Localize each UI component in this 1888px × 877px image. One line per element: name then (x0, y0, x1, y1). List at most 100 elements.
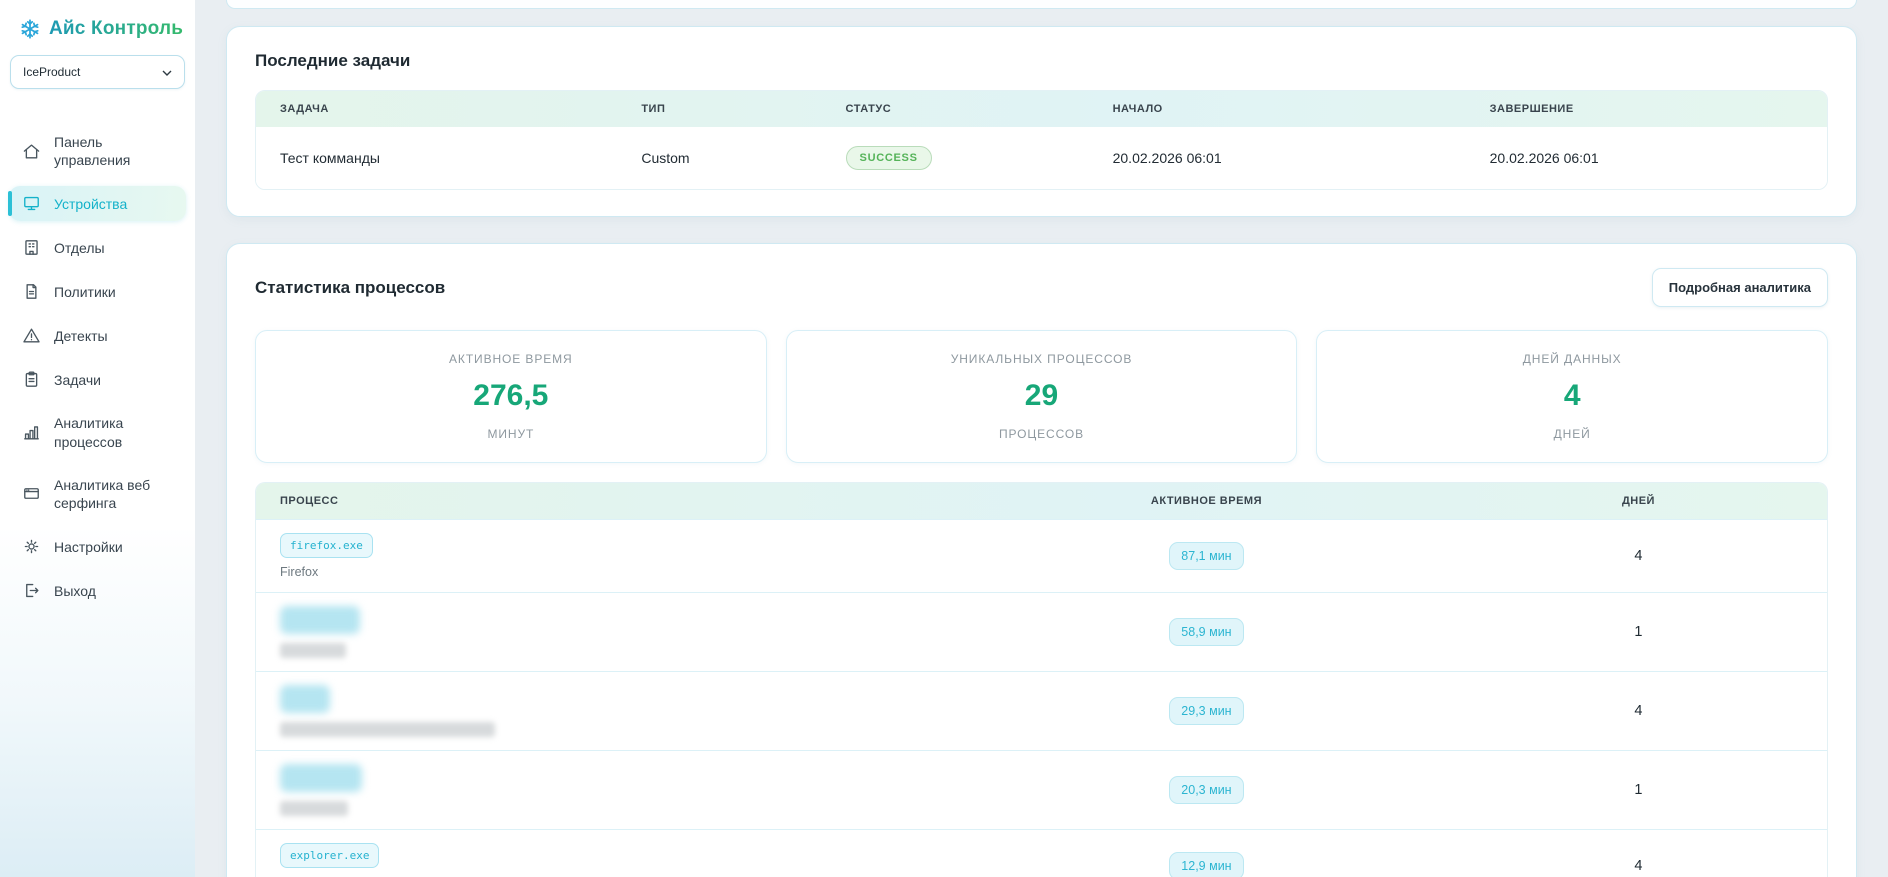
stat-label: УНИКАЛЬНЫХ ПРОЦЕССОВ (797, 352, 1287, 366)
process-cell (256, 672, 963, 750)
snowflake-icon (19, 18, 41, 40)
task-type: Custom (617, 131, 821, 185)
sidebar-item-label: Отделы (54, 239, 105, 257)
days-cell: 1 (1450, 769, 1827, 811)
clipboard-icon (22, 370, 41, 389)
active-time-cell: 58,9 мин (963, 605, 1450, 659)
sidebar-item-label: Панель управления (54, 133, 166, 169)
active-time-pill: 87,1 мин (1169, 542, 1243, 570)
column-header-task: ЗАДАЧА (256, 91, 617, 127)
product-select-value: IceProduct (23, 65, 80, 79)
process-exe-chip: firefox.exe (280, 533, 373, 558)
sidebar-item-tasks[interactable]: Задачи (9, 362, 186, 397)
stat-value: 29 (797, 379, 1287, 413)
monitor-icon (22, 194, 41, 213)
product-select[interactable]: IceProduct (10, 55, 185, 89)
table-row: Тест комманды Custom SUCCESS 20.02.2026 … (256, 127, 1827, 189)
sidebar-item-label: Настройки (54, 538, 123, 556)
chevron-down-icon (162, 65, 172, 79)
previous-card-edge (226, 0, 1857, 9)
stat-label: АКТИВНОЕ ВРЕМЯ (266, 352, 756, 366)
stat-unit: МИНУТ (266, 427, 756, 441)
days-cell: 1 (1450, 611, 1827, 653)
active-time-pill: 29,3 мин (1169, 697, 1243, 725)
process-cell: firefox.exe Firefox (256, 520, 963, 592)
recent-tasks-table-header: ЗАДАЧА ТИП СТАТУС НАЧАЛО ЗАВЕРШЕНИЕ (256, 91, 1827, 127)
sidebar-item-label: Политики (54, 283, 116, 301)
document-icon (22, 282, 41, 301)
active-time-pill: 12,9 мин (1169, 852, 1243, 877)
sidebar-item-label: Аналитика веб серфинга (54, 476, 166, 512)
column-header-type: ТИП (617, 91, 821, 127)
sidebar-item-dashboard[interactable]: Панель управления (9, 125, 186, 177)
process-stats-card: Статистика процессов Подробная аналитика… (226, 243, 1857, 877)
bar-chart-icon (22, 423, 41, 442)
redacted-process-chip (280, 685, 330, 713)
process-exe-chip: explorer.exe (280, 843, 379, 868)
active-time-pill: 20,3 мин (1169, 776, 1243, 804)
process-row: 58,9 мин 1 (256, 592, 1827, 671)
sidebar-item-web-analytics[interactable]: Аналитика веб серфинга (9, 468, 186, 520)
status-badge: SUCCESS (846, 146, 932, 170)
process-table-header: ПРОЦЕСС АКТИВНОЕ ВРЕМЯ ДНЕЙ (256, 483, 1827, 519)
sidebar-item-detects[interactable]: Детекты (9, 318, 186, 353)
sidebar-item-departments[interactable]: Отделы (9, 230, 186, 265)
stat-value: 276,5 (266, 379, 756, 413)
process-cell (256, 751, 963, 829)
stat-card-active-time: АКТИВНОЕ ВРЕМЯ 276,5 МИНУТ (255, 330, 767, 463)
process-stats-title: Статистика процессов (255, 278, 445, 298)
home-icon (22, 142, 41, 161)
recent-tasks-title: Последние задачи (255, 51, 1828, 71)
stat-value: 4 (1327, 379, 1817, 413)
process-cell (256, 593, 963, 671)
app-title: Айс Контроль (49, 18, 183, 40)
recent-tasks-card: Последние задачи ЗАДАЧА ТИП СТАТУС НАЧАЛ… (226, 26, 1857, 217)
stat-unit: ПРОЦЕССОВ (797, 427, 1287, 441)
sidebar-item-label: Выход (54, 582, 96, 600)
stat-card-unique-processes: УНИКАЛЬНЫХ ПРОЦЕССОВ 29 ПРОЦЕССОВ (786, 330, 1298, 463)
active-time-cell: 12,9 мин (963, 839, 1450, 877)
sidebar-item-policies[interactable]: Политики (9, 274, 186, 309)
process-row: 20,3 мин 1 (256, 750, 1827, 829)
process-table: ПРОЦЕСС АКТИВНОЕ ВРЕМЯ ДНЕЙ firefox.exe … (255, 482, 1828, 877)
active-time-pill: 58,9 мин (1169, 618, 1243, 646)
days-cell: 4 (1450, 535, 1827, 577)
process-cell: explorer.exe Проводник (256, 830, 963, 877)
column-header-finished: ЗАВЕРШЕНИЕ (1466, 91, 1827, 127)
stat-unit: ДНЕЙ (1327, 427, 1817, 441)
column-header-status: СТАТУС (822, 91, 1089, 127)
sidebar-item-label: Устройства (54, 195, 127, 213)
sidebar-item-settings[interactable]: Настройки (9, 529, 186, 564)
sidebar-item-label: Детекты (54, 327, 108, 345)
column-header-active-time: АКТИВНОЕ ВРЕМЯ (963, 483, 1450, 519)
process-stats-header: Статистика процессов Подробная аналитика (255, 268, 1828, 307)
task-status-cell: SUCCESS (822, 127, 1089, 189)
stat-card-days-of-data: ДНЕЙ ДАННЫХ 4 ДНЕЙ (1316, 330, 1828, 463)
sidebar-item-label: Задачи (54, 371, 101, 389)
process-row: firefox.exe Firefox 87,1 мин 4 (256, 519, 1827, 592)
active-time-cell: 29,3 мин (963, 684, 1450, 738)
sidebar-item-process-analytics[interactable]: Аналитика процессов (9, 406, 186, 458)
redacted-process-chip (280, 764, 362, 792)
column-header-days: ДНЕЙ (1450, 483, 1827, 519)
main-content: Последние задачи ЗАДАЧА ТИП СТАТУС НАЧАЛ… (195, 0, 1888, 877)
redacted-process-name (280, 643, 346, 658)
days-cell: 4 (1450, 845, 1827, 877)
process-friendly-name: Firefox (280, 565, 939, 579)
detailed-analytics-button[interactable]: Подробная аналитика (1652, 268, 1828, 307)
sidebar-item-devices[interactable]: Устройства (9, 186, 186, 221)
redacted-process-name (280, 801, 348, 816)
gear-icon (22, 537, 41, 556)
sidebar: Айс Контроль IceProduct Панель управлени… (0, 0, 195, 877)
task-finished: 20.02.2026 06:01 (1466, 131, 1827, 185)
task-started: 20.02.2026 06:01 (1089, 131, 1466, 185)
redacted-process-name (280, 722, 495, 737)
process-row: explorer.exe Проводник 12,9 мин 4 (256, 829, 1827, 877)
recent-tasks-table: ЗАДАЧА ТИП СТАТУС НАЧАЛО ЗАВЕРШЕНИЕ Тест… (255, 90, 1828, 190)
task-name: Тест комманды (256, 131, 617, 185)
stat-label: ДНЕЙ ДАННЫХ (1327, 352, 1817, 366)
sidebar-item-label: Аналитика процессов (54, 414, 166, 450)
browser-icon (22, 484, 41, 503)
sidebar-item-logout[interactable]: Выход (9, 573, 186, 608)
logout-icon (22, 581, 41, 600)
